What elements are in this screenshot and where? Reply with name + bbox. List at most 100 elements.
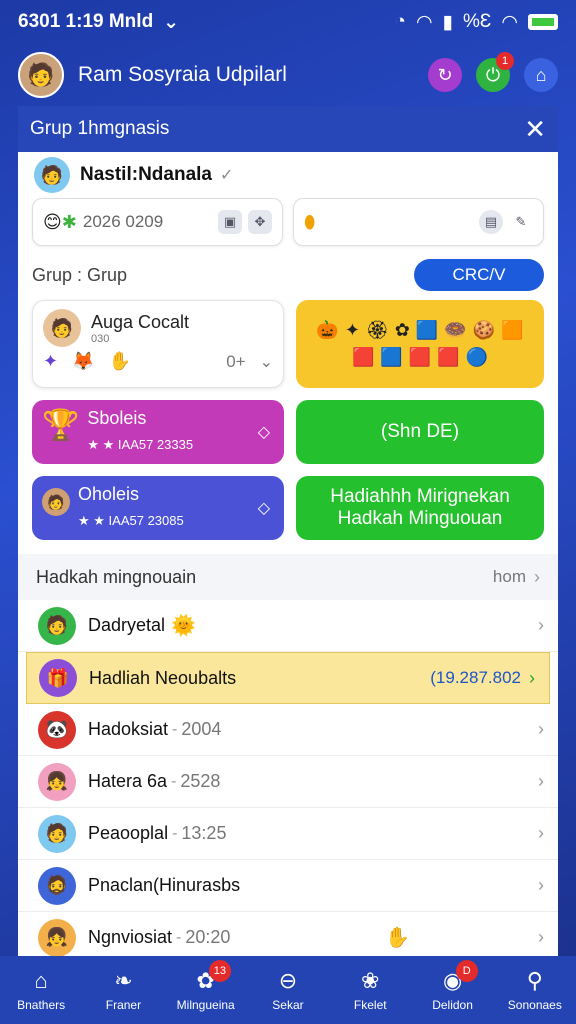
- home-action-button[interactable]: ⌂: [524, 58, 558, 92]
- chevron-down-icon[interactable]: ⌄: [163, 11, 179, 34]
- date-card[interactable]: 😊 ✱ 2026 0209 ▣ ✥: [32, 198, 283, 246]
- date-value: 2026 0209: [82, 212, 164, 231]
- wifi-icon-2: ◠: [501, 11, 518, 33]
- list-item[interactable]: 🧔 Pnaclan(Hinurasbs ›: [18, 860, 558, 912]
- sticker-icon-5: 🟦: [415, 320, 439, 340]
- nav-location[interactable]: ◉ D Delidon: [411, 956, 493, 1024]
- tag-icon[interactable]: ◇: [258, 498, 270, 518]
- sticker-icon-6: 🍩: [444, 320, 467, 340]
- chevron-right-icon[interactable]: ›: [538, 719, 544, 740]
- app-title: Ram Sosyraia Udpilarl: [78, 63, 287, 86]
- star-icon: ★ ★: [87, 437, 118, 452]
- profile-row[interactable]: 🧑 Nastil:Ndanala ✓: [18, 152, 558, 198]
- section-more[interactable]: hom: [493, 567, 526, 587]
- list-item[interactable]: 🧑 Peaooplal - 13:25 ›: [18, 808, 558, 860]
- sticker-icon-2: ✦: [344, 320, 360, 340]
- star-icon: ★ ★: [78, 513, 109, 528]
- nav-petal[interactable]: ❀ Fkelet: [329, 956, 411, 1024]
- list-item-name: Dadryetal: [88, 615, 166, 635]
- list-item[interactable]: 👧 Hatera 6a - 2528 ›: [18, 756, 558, 808]
- panel-title: Grup 1hmgnasis: [30, 118, 170, 139]
- hand-icon: ✋: [385, 927, 410, 949]
- sticker-icon-4: ✿: [394, 320, 410, 340]
- chevron-right-icon[interactable]: ›: [538, 927, 544, 948]
- calendar-icon[interactable]: ▣: [218, 210, 242, 234]
- chevron-right-icon[interactable]: ›: [534, 567, 540, 588]
- alarm-icon: ◔: [394, 11, 406, 32]
- pin-icon[interactable]: ✥: [248, 210, 272, 234]
- list-item-value: 2004: [181, 719, 222, 739]
- wallet-icon[interactable]: ▤: [479, 210, 503, 234]
- purple-action-button[interactable]: ↻: [428, 58, 462, 92]
- nav-home[interactable]: ⌂ Bnathers: [0, 956, 82, 1024]
- sticker-tile[interactable]: 🎃 ✦ 🏵 ✿ 🟦 🍩 🍪 🟧 🟥 🟦 🟥 🟥 🔵: [296, 300, 544, 388]
- bottom-nav: ⌂ Bnathers ❧ Franer ✿ 13 Milngueina ⊖ Se…: [0, 956, 576, 1024]
- back-circle-icon: ⊖: [278, 968, 298, 993]
- create-button[interactable]: CRC/V: [414, 259, 544, 291]
- green-action-button[interactable]: ⏻ 1: [476, 52, 514, 92]
- member-tile[interactable]: 🧑 Auga Cocalt 030 ✦ 🦊 ✋ 0+ ⌄: [32, 300, 284, 388]
- sticker-icon-3: 🏵: [365, 320, 389, 340]
- list-item[interactable]: 🧑 Dadryetal 🌞 ›: [18, 600, 558, 652]
- green-tile-1[interactable]: (Shn DE): [296, 400, 544, 464]
- indigo-tile[interactable]: 🧑 Oholeis ★ ★ IAA57 23085 ◇: [32, 476, 284, 540]
- close-icon[interactable]: ✕: [524, 114, 546, 145]
- nav-back[interactable]: ⊖ Sekar: [247, 956, 329, 1024]
- nav-label: Delidon: [432, 998, 473, 1012]
- app-bar: 🧑 Ram Sosyraia Udpilarl ↻ ⏻ 1 ⌂: [0, 44, 576, 106]
- chevron-right-icon[interactable]: ›: [538, 771, 544, 792]
- person-icon: ⚲: [526, 968, 543, 993]
- green-tile-title: (Shn DE): [380, 421, 460, 442]
- magenta-tile[interactable]: 🏆 Sboleis ★ ★ IAA57 23335 ◇: [32, 400, 284, 464]
- magenta-sub: IAA57 23335: [117, 437, 194, 452]
- green-tile-2[interactable]: Hadiahhh Mirignekan Hadkah Minguouan: [296, 476, 544, 540]
- profile-avatar: 🧑: [34, 157, 70, 193]
- list-item-highlighted[interactable]: 🎁 Hadliah Neoubalts (19.287.802 ›: [26, 652, 550, 704]
- edit-icon[interactable]: ✎: [509, 210, 533, 234]
- verified-check-icon: ✓: [219, 167, 234, 184]
- magenta-title: Sboleis: [87, 408, 147, 428]
- list-avatar: 🧑: [38, 814, 76, 853]
- chevron-right-icon[interactable]: ›: [538, 823, 544, 844]
- list-item-value: 13:25: [181, 823, 227, 843]
- trophy-icon: 🏆: [42, 409, 80, 442]
- chevron-down-icon[interactable]: ⌄: [260, 352, 273, 372]
- sticker-icon-7: 🍪: [472, 320, 496, 340]
- indigo-sub: IAA57 23085: [108, 513, 184, 528]
- group-label: Grup : Grup: [32, 264, 128, 285]
- nav-profile[interactable]: ⚲ Sononaes: [494, 956, 576, 1024]
- battery-text: %Ɛ: [463, 11, 492, 32]
- leaf-icon: ❧: [114, 968, 133, 993]
- list-item-name: Ngnviosiat: [88, 927, 173, 947]
- sticker-icon-13: 🔵: [465, 347, 489, 367]
- list-avatar: 👧: [38, 762, 76, 801]
- tag-icon[interactable]: ◇: [258, 422, 270, 442]
- smile-emoji-icon: 😊: [43, 211, 62, 232]
- chevron-right-icon[interactable]: ›: [538, 875, 544, 896]
- group-panel: 🧑 Nastil:Ndanala ✓ 😊 ✱ 2026 0209 ▣ ✥ ⬮ ▤…: [18, 152, 558, 956]
- green-tile-line2: Hadkah Minguouan: [337, 508, 503, 529]
- nav-label: Milngueina: [176, 998, 235, 1012]
- section-header[interactable]: Hadkah mingnouain hom ›: [18, 554, 558, 600]
- member-avatar: 🧑: [43, 309, 81, 347]
- list-avatar: 🎁: [39, 659, 77, 697]
- sticker-icon-11: 🟥: [408, 347, 432, 367]
- list-item[interactable]: 🐼 Hadoksiat - 2004 ›: [18, 704, 558, 756]
- indigo-avatar: 🧑: [42, 488, 70, 516]
- battery-icon: [528, 14, 558, 30]
- chevron-right-icon[interactable]: ›: [529, 668, 535, 689]
- reward-card[interactable]: ⬮ ▤ ✎: [293, 198, 544, 246]
- home-icon: ⌂: [34, 968, 48, 993]
- list-item[interactable]: 👧 Ngnviosiat - 20:20 ✋ ›: [18, 912, 558, 956]
- list-item-name: Peaooplal: [88, 823, 169, 843]
- notification-badge: 1: [496, 52, 514, 70]
- signal-icon: ▮: [442, 11, 454, 33]
- nav-label: Sononaes: [507, 998, 562, 1012]
- chevron-right-icon[interactable]: ›: [538, 615, 544, 636]
- nav-frame[interactable]: ❧ Franer: [82, 956, 164, 1024]
- user-avatar[interactable]: 🧑: [18, 52, 64, 98]
- list-item-name: Hadliah Neoubalts: [89, 667, 237, 688]
- member-name: Auga Cocalt: [91, 311, 190, 332]
- list-item-name: Hatera 6a: [88, 771, 168, 791]
- nav-weekly[interactable]: ✿ 13 Milngueina: [165, 956, 247, 1024]
